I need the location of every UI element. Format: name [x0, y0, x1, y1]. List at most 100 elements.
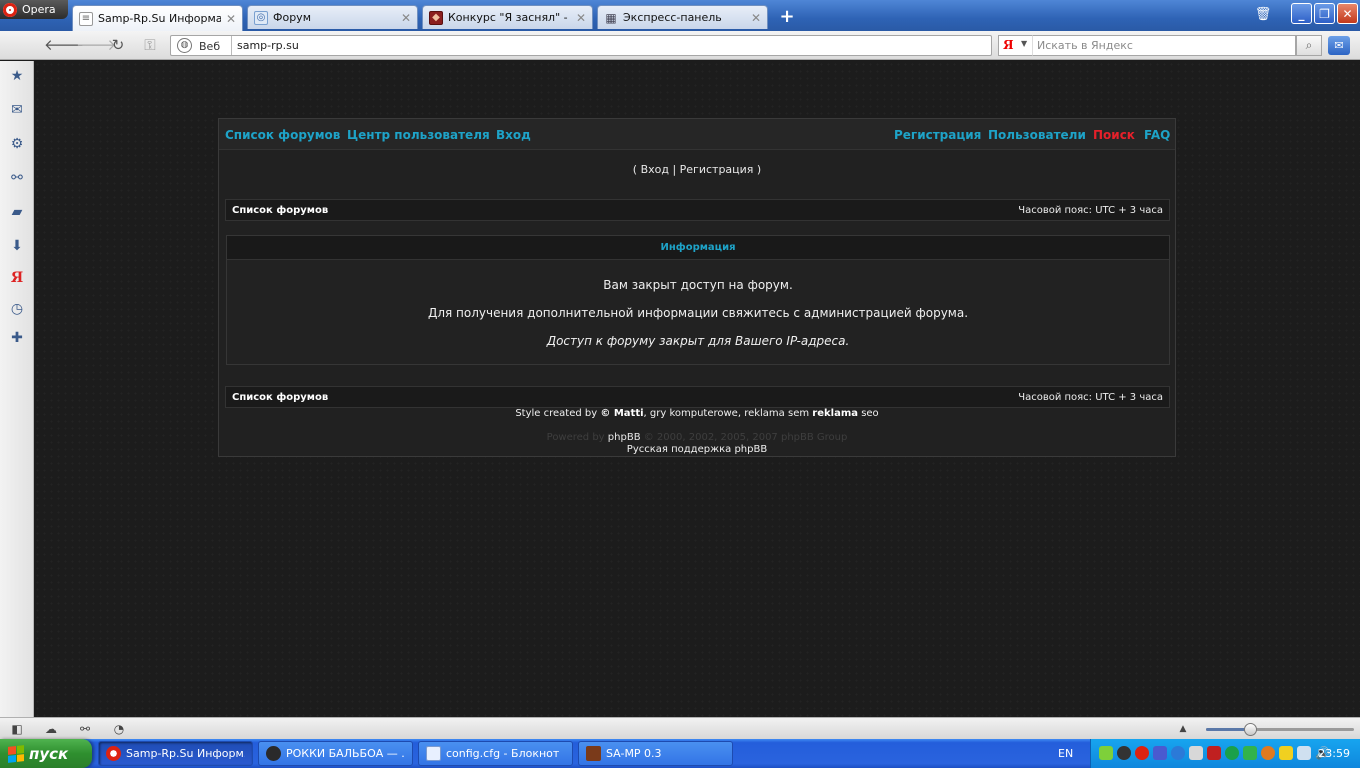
tab-title: Экспресс-панель	[623, 11, 722, 24]
opera-menu-button[interactable]: Opera	[0, 0, 68, 19]
nav-forum-list[interactable]: Список форумов	[225, 128, 340, 142]
login-register-links[interactable]: ( Вход | Регистрация )	[219, 163, 1175, 176]
antivirus-icon[interactable]	[1189, 746, 1203, 760]
unite-icon[interactable]: ⚯	[76, 721, 94, 737]
taskbar-item-samp[interactable]: SA-MP 0.3	[578, 741, 733, 766]
yandex-icon: Я	[1003, 38, 1014, 52]
contest-favicon-icon: ◆	[429, 10, 443, 25]
speed-dial-icon: ▦	[605, 10, 617, 25]
warning-icon[interactable]	[1279, 746, 1293, 760]
taskbar-item-steam[interactable]: РОККИ БАЛЬБОА — ...	[258, 741, 413, 766]
taskbar-item-opera[interactable]: Samp-Rp.Su Информ...	[98, 741, 253, 766]
steam-icon[interactable]	[1117, 746, 1131, 760]
shield-icon[interactable]	[1099, 746, 1113, 760]
samp-icon	[586, 746, 601, 761]
new-tab-button[interactable]: +	[776, 7, 798, 27]
back-button[interactable]: 🡐	[44, 36, 84, 54]
ip-banned-message: Доступ к форуму закрыт для Вашего IP-адр…	[546, 334, 850, 348]
nav-search[interactable]: Поиск	[1093, 128, 1135, 142]
opera-icon	[106, 746, 121, 761]
share-icon[interactable]: ⚯	[8, 169, 26, 187]
address-web-label: Веб	[199, 40, 221, 53]
download-manager-icon[interactable]	[1243, 746, 1257, 760]
info-message-box: Информация Вам закрыт доступ на форум. Д…	[226, 235, 1170, 365]
up-arrow-icon[interactable]: ▲	[1174, 721, 1192, 737]
taskbar-item-notepad[interactable]: config.cfg - Блокнот	[418, 741, 573, 766]
zoom-slider[interactable]	[1206, 723, 1354, 736]
zoom-slider-thumb[interactable]	[1244, 723, 1258, 736]
mail-icon[interactable]: ✉	[1328, 36, 1350, 55]
cloud-icon[interactable]: ☁	[42, 721, 60, 737]
torrent-icon[interactable]	[1225, 746, 1239, 760]
tab-close-icon[interactable]: ✕	[751, 11, 761, 25]
panel-toggle-icon[interactable]: ◧	[8, 721, 26, 737]
page-icon: ≡	[79, 11, 93, 26]
nav-login[interactable]: Вход	[496, 128, 531, 142]
tab-close-icon[interactable]: ✕	[401, 11, 411, 25]
powered-by: Powered by phpBB © 2000, 2002, 2005, 200…	[219, 432, 1175, 443]
side-panel: ★ ✉ ⚙ ⚯ ▰ ⬇ Я ◷ ✚	[0, 61, 34, 717]
nav-user-center[interactable]: Центр пользователя	[347, 128, 490, 142]
tab-contest[interactable]: ◆ Конкурс "Я заснял" - М... ✕	[422, 5, 593, 29]
reklama-link[interactable]: reklama	[812, 408, 858, 419]
search-engine-selector[interactable]: Я ▼	[998, 35, 1032, 56]
lightning-icon[interactable]	[1171, 746, 1185, 760]
language-indicator[interactable]: EN	[1058, 747, 1073, 760]
powered-prefix: Powered by	[546, 432, 605, 443]
search-input[interactable]	[1037, 37, 1291, 54]
search-box[interactable]	[1032, 35, 1296, 56]
tab-close-icon[interactable]: ✕	[226, 12, 236, 26]
tab-samp-rp-info[interactable]: ≡ Samp-Rp.Su Информация ✕	[72, 5, 243, 31]
breadcrumb-forum-list[interactable]: Список форумов	[232, 392, 328, 403]
tab-title: Samp-Rp.Su Информация	[98, 12, 221, 25]
opera-menu-label: Opera	[22, 3, 56, 16]
address-bar[interactable]: ◍ Веб	[170, 35, 992, 56]
mail-icon[interactable]: ✉	[8, 101, 26, 119]
forward-button[interactable]: 🡒	[76, 36, 116, 54]
breadcrumb-bar-top: Список форумов Часовой пояс: UTC + 3 час…	[225, 199, 1170, 221]
phpbb-link[interactable]: phpBB	[608, 432, 641, 443]
download-icon[interactable]: ⬇	[8, 237, 26, 255]
russian-support-link[interactable]: Русская поддержка phpBB	[219, 444, 1175, 455]
gear-icon[interactable]: ⚙	[8, 135, 26, 153]
windows-logo-icon	[8, 744, 24, 763]
breadcrumb-forum-list[interactable]: Список форумов	[232, 205, 328, 216]
search-icon[interactable]: ⌕	[1296, 35, 1322, 56]
restore-button[interactable]: ❐	[1314, 3, 1335, 24]
start-button[interactable]: пуск	[0, 739, 92, 768]
speed-dial-icon[interactable]: ◔	[110, 721, 128, 737]
plus-icon[interactable]: ✚	[8, 329, 26, 347]
connection-icon[interactable]	[1297, 746, 1311, 760]
audio-manager-icon[interactable]	[1207, 746, 1221, 760]
yandex-icon[interactable]: Я	[8, 269, 26, 287]
tab-speed-dial[interactable]: ▦ Экспресс-панель ✕	[597, 5, 768, 29]
opera-logo-icon	[3, 2, 17, 17]
reload-button[interactable]: ↻	[108, 36, 128, 54]
star-icon[interactable]: ★	[8, 67, 26, 85]
close-window-button[interactable]: ✕	[1337, 3, 1358, 24]
browser-tab-bar: Opera ≡ Samp-Rp.Su Информация ✕ ◎ Форум …	[0, 0, 1360, 31]
style-credit-end: seo	[861, 408, 879, 419]
trash-icon[interactable]: 🗑	[1252, 5, 1274, 25]
url-input[interactable]	[237, 37, 977, 54]
nav-faq[interactable]: FAQ	[1144, 128, 1170, 142]
tab-title: Форум	[273, 11, 311, 24]
style-author-link[interactable]: © Matti	[600, 408, 643, 419]
minimize-button[interactable]: _	[1291, 3, 1312, 24]
note-icon[interactable]: ▰	[8, 203, 26, 221]
opera-icon[interactable]	[1135, 746, 1149, 760]
key-icon[interactable]: ⚿	[140, 36, 160, 54]
update-icon[interactable]	[1261, 746, 1275, 760]
nav-members[interactable]: Пользователи	[988, 128, 1086, 142]
forum-container: Список форумов Центр пользователя Вход Р…	[218, 118, 1176, 457]
notepad-icon	[426, 746, 441, 761]
tab-forum[interactable]: ◎ Форум ✕	[247, 5, 418, 29]
forum-favicon-icon: ◎	[254, 10, 268, 25]
style-credit-mid: , gry komputerowe, reklama sem	[643, 408, 810, 419]
nav-register[interactable]: Регистрация	[894, 128, 981, 142]
network-icon[interactable]	[1153, 746, 1167, 760]
clock-icon[interactable]: ◷	[8, 300, 26, 318]
tab-close-icon[interactable]: ✕	[576, 11, 586, 25]
forum-navbar: Список форумов Центр пользователя Вход Р…	[219, 119, 1175, 150]
taskbar-item-title: Samp-Rp.Su Информ...	[126, 747, 245, 760]
